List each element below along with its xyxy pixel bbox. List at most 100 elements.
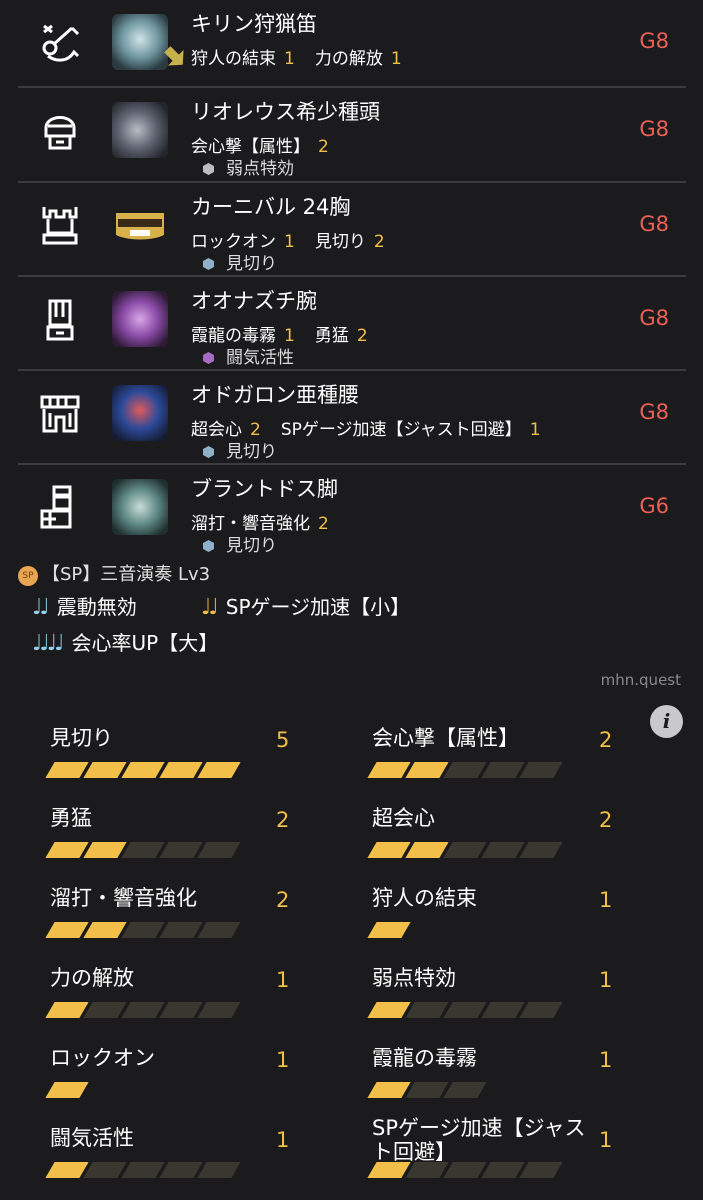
skill-summary-level: 2 (599, 808, 613, 832)
skill-summary-level: 1 (276, 1048, 290, 1072)
level-segment-empty (159, 1162, 203, 1178)
level-segment-filled (367, 842, 411, 858)
level-segment-filled (45, 922, 89, 938)
level-segment-empty (83, 1002, 127, 1018)
level-segment-filled (45, 1082, 89, 1098)
level-segment-empty (159, 922, 203, 938)
skill-name: 勇猛 (314, 326, 349, 346)
decoration-name: 見切り (226, 536, 277, 556)
skill-summary-name: SPゲージ加速【ジャスト回避】 (372, 1116, 586, 1164)
level-segment-filled (405, 762, 449, 778)
level-segment-empty (481, 1002, 525, 1018)
level-segment-empty (519, 762, 563, 778)
skill-summary-item: 勇猛 2 (45, 790, 350, 870)
skill-summary-level: 1 (276, 968, 290, 992)
level-segment-empty (121, 1162, 165, 1178)
level-segment-empty (83, 1162, 127, 1178)
helmet-thumbnail (112, 102, 168, 158)
level-segment-filled (367, 1002, 411, 1018)
skill-summary-level: 1 (599, 888, 613, 912)
equipment-name: ブラントドス脚 (191, 477, 338, 501)
grade-label: G6 (639, 494, 669, 518)
level-segment-filled (197, 762, 241, 778)
skill-summary-level: 2 (276, 888, 290, 912)
equipment-row-weapon[interactable]: キリン狩猟笛 狩人の結束 1 力の解放 1 G8 (18, 0, 686, 88)
skill-name: 力の解放 (314, 49, 383, 69)
hexagon-jewel-icon (203, 446, 214, 458)
level-segment-empty (443, 1082, 487, 1098)
level-segment-empty (121, 922, 165, 938)
level-segment-filled (45, 1162, 89, 1178)
skill-summary-name: 狩人の結束 (372, 886, 477, 910)
hexagon-jewel-icon (203, 540, 214, 552)
level-segment-empty (481, 1162, 525, 1178)
skill-summary-name: ロックオン (50, 1046, 155, 1070)
level-segment-empty (481, 842, 525, 858)
skill-name: SPゲージ加速【ジャスト回避】 (280, 420, 522, 440)
music-notes-icon: ♩♩ (201, 595, 219, 620)
skill-summary-level: 2 (599, 728, 613, 752)
skill-summary-name: 見切り (50, 726, 113, 750)
hexagon-jewel-icon (203, 258, 214, 270)
skill-summary-item: 闘気活性 1 (45, 1110, 350, 1190)
level-segment-filled (367, 1082, 411, 1098)
equipment-row-chest[interactable]: カーニバル 24胸 ロックオン 1 見切り 2 見切り G8 (18, 183, 686, 277)
level-segment-empty (121, 1002, 165, 1018)
skill-summary-level: 1 (599, 1048, 613, 1072)
weapon-thumbnail (112, 14, 168, 70)
equipment-name: オドガロン亜種腰 (191, 383, 359, 407)
level-segment-filled (405, 842, 449, 858)
chest-armor-icon (36, 201, 84, 249)
level-segment-empty (443, 1002, 487, 1018)
skill-level: 1 (390, 49, 402, 69)
equipment-row-legs[interactable]: ブラントドス脚 溜打・響音強化 2 見切り G6 (18, 465, 686, 556)
level-segment-empty (443, 842, 487, 858)
skill-summary-item: 見切り 5 (45, 710, 350, 790)
chest-thumbnail (112, 197, 168, 253)
skill-summary-item: ロックオン 1 (45, 1030, 350, 1110)
level-segment-filled (45, 762, 89, 778)
decoration-name: 見切り (226, 442, 277, 462)
decoration-slot: 見切り (203, 531, 277, 556)
equipment-row-head[interactable]: リオレウス希少種頭 会心撃【属性】 2 弱点特効 G8 (18, 88, 686, 183)
level-segment-filled (83, 842, 127, 858)
skill-summary-item: 溜打・響音強化 2 (45, 870, 350, 950)
level-segment-empty (197, 1162, 241, 1178)
level-segment-empty (405, 1162, 449, 1178)
equipment-row-waist[interactable]: オドガロン亜種腰 超会心 2 SPゲージ加速【ジャスト回避】 1 見切り G8 (18, 371, 686, 465)
skill-level: 2 (318, 514, 329, 534)
skill-name: 狩人の結束 (191, 49, 276, 69)
skill-name: 見切り (314, 232, 366, 252)
level-segment-empty (197, 842, 241, 858)
arms-thumbnail (112, 291, 168, 347)
level-segment-filled (367, 762, 411, 778)
level-segment-empty (443, 762, 487, 778)
skill-summary-item: 狩人の結束 1 (367, 870, 672, 950)
skill-level: 1 (529, 420, 541, 440)
level-segment-empty (405, 1002, 449, 1018)
skill-summary-level: 1 (599, 968, 613, 992)
skill-summary-name: 会心撃【属性】 (372, 726, 519, 750)
music-notes-icon: ♩♩ (32, 595, 50, 620)
leg-armor-icon (36, 483, 84, 531)
skill-level: 2 (318, 137, 329, 157)
skill-summary-item: 弱点特効 1 (367, 950, 672, 1030)
hexagon-jewel-icon (203, 163, 214, 175)
level-segment-filled (83, 922, 127, 938)
level-segment-empty (159, 842, 203, 858)
level-segment-empty (405, 1082, 449, 1098)
waist-armor-icon (36, 389, 84, 437)
song-effect-label: 会心率UP【大】 (71, 631, 219, 655)
level-segment-filled (83, 762, 127, 778)
equipment-name: リオレウス希少種頭 (191, 100, 380, 124)
equipment-row-arms[interactable]: オオナズチ腕 霞龍の毒霧 1 勇猛 2 闘気活性 G8 (18, 277, 686, 371)
level-segment-empty (519, 842, 563, 858)
waist-thumbnail (112, 385, 168, 441)
hexagon-jewel-icon (203, 352, 214, 364)
sp-skill-panel: SP 【SP】三音演奏 Lv3 ♩♩ 震動無効 ♩♩ SPゲージ加速【小】 ♩♩♩♩ 会… (18, 560, 686, 660)
level-segment-filled (159, 762, 203, 778)
grade-label: G8 (639, 212, 669, 236)
skill-level: 2 (373, 232, 385, 252)
level-segment-empty (519, 1162, 563, 1178)
song-effect: ♩♩ 震動無効 (32, 591, 137, 620)
